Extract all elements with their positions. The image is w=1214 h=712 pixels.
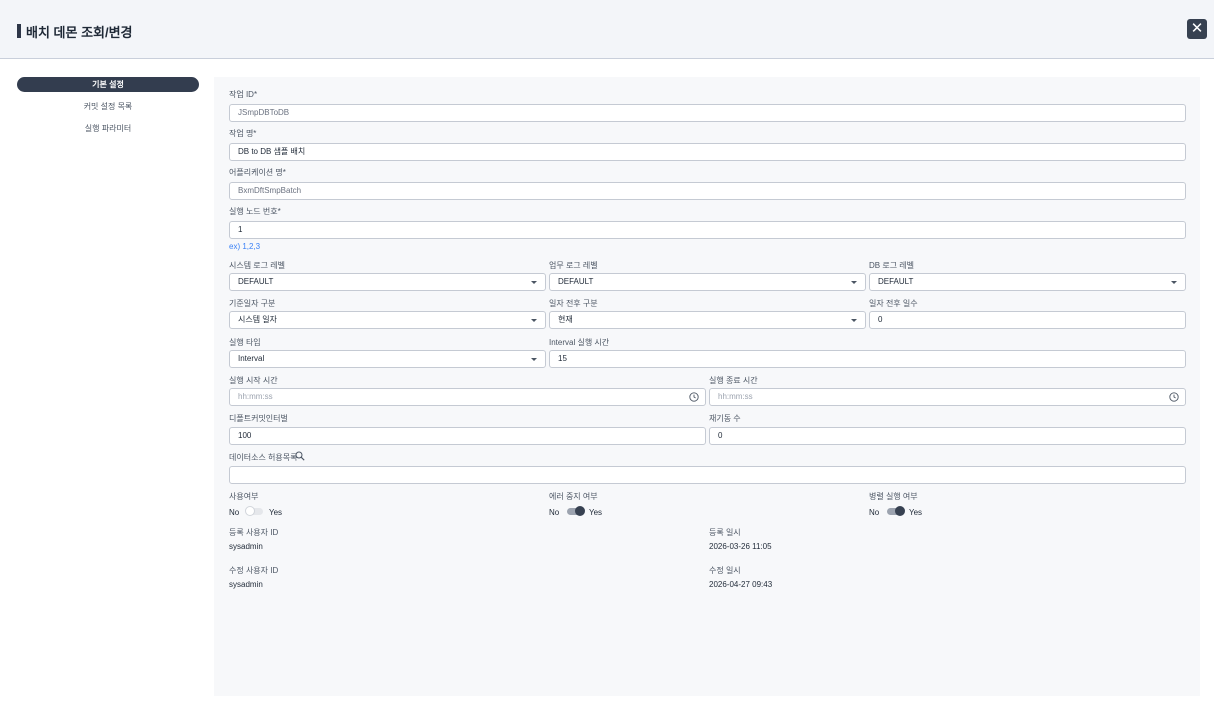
parallel-yes: Yes — [909, 508, 923, 517]
chevron-down-icon — [851, 319, 857, 322]
base-date-value: 시스템 일자 — [238, 315, 278, 324]
end-time-label: 실행 종료 시간 — [709, 376, 758, 385]
job-name-label: 작업 명* — [229, 129, 257, 138]
clock-icon[interactable] — [689, 392, 699, 402]
chevron-down-icon — [1171, 281, 1177, 284]
biz-log-select[interactable]: DEFAULT — [549, 273, 866, 291]
date-shift-value: 현재 — [558, 315, 573, 324]
restart-count-label: 재기동 수 — [709, 414, 741, 423]
error-stop-no: No — [549, 508, 560, 517]
use-yn-toggle[interactable]: No Yes — [229, 506, 289, 519]
close-icon[interactable]: ✕ — [1187, 19, 1207, 39]
chevron-down-icon — [531, 319, 537, 322]
interval-label: Interval 실행 시간 — [549, 338, 610, 347]
end-time-field[interactable]: hh:mm:ss — [709, 388, 1186, 406]
switch-knob — [575, 506, 585, 516]
chevron-down-icon — [851, 281, 857, 284]
commit-interval-field[interactable]: 100 — [229, 427, 706, 445]
node-no-field[interactable]: 1 — [229, 221, 1186, 239]
node-no-hint: ex) 1,2,3 — [229, 242, 261, 251]
reg-date-label: 등록 일시 — [709, 528, 741, 537]
reg-user-label: 등록 사용자 ID — [229, 528, 279, 537]
biz-log-label: 업무 로그 레벨 — [549, 261, 598, 270]
start-time-label: 실행 시작 시간 — [229, 376, 278, 385]
start-time-placeholder: hh:mm:ss — [238, 392, 273, 401]
reg-date-value: 2026-03-26 11:05 — [709, 542, 772, 551]
app-name-label: 어플리케이션 명* — [229, 168, 286, 177]
error-stop-label: 에러 중지 여부 — [549, 492, 598, 501]
run-type-select[interactable]: Interval — [229, 350, 546, 368]
mod-date-value: 2026-04-27 09:43 — [709, 580, 773, 589]
error-stop-yes: Yes — [589, 508, 603, 517]
date-shift-select[interactable]: 현재 — [549, 311, 866, 329]
sidebar-item-commit[interactable]: 커밋 설정 목록 — [17, 99, 199, 114]
datasource-field[interactable] — [229, 466, 1186, 484]
mod-user-value: sysadmin — [229, 580, 263, 589]
interval-field[interactable]: 15 — [549, 350, 1186, 368]
db-log-select[interactable]: DEFAULT — [869, 273, 1186, 291]
base-date-label: 기준일자 구분 — [229, 299, 276, 308]
title-accent-bar — [17, 24, 21, 38]
use-yn-yes: Yes — [269, 508, 283, 517]
restart-count-field[interactable]: 0 — [709, 427, 1186, 445]
sys-log-value: DEFAULT — [238, 277, 274, 286]
date-shift-label: 일자 전후 구분 — [549, 299, 598, 308]
parallel-toggle[interactable]: No Yes — [869, 506, 929, 519]
date-days-label: 일자 전후 일수 — [869, 299, 918, 308]
parallel-no: No — [869, 508, 880, 517]
commit-interval-label: 디폴트커밋인터벌 — [229, 414, 288, 423]
error-stop-toggle[interactable]: No Yes — [549, 506, 609, 519]
parallel-label: 병렬 실행 여부 — [869, 492, 918, 501]
job-name-field[interactable]: DB to DB 샘플 배치 — [229, 143, 1186, 161]
app-name-field[interactable]: BxmDftSmpBatch — [229, 182, 1186, 200]
db-log-value: DEFAULT — [878, 277, 914, 286]
start-time-field[interactable]: hh:mm:ss — [229, 388, 706, 406]
use-yn-switch[interactable] — [245, 506, 263, 516]
date-days-field[interactable]: 0 — [869, 311, 1186, 329]
error-stop-switch[interactable] — [567, 506, 585, 516]
base-date-select[interactable]: 시스템 일자 — [229, 311, 546, 329]
parallel-switch[interactable] — [887, 506, 905, 516]
dialog-header: 배치 데몬 조회/변경 ✕ — [0, 0, 1214, 59]
db-log-label: DB 로그 레벨 — [869, 261, 914, 270]
chevron-down-icon — [531, 281, 537, 284]
search-icon[interactable] — [295, 451, 305, 461]
node-no-label: 실행 노드 번호* — [229, 207, 281, 216]
sys-log-select[interactable]: DEFAULT — [229, 273, 546, 291]
job-id-field[interactable]: JSmpDBToDB — [229, 104, 1186, 122]
sidebar-item-basic[interactable]: 기본 설정 — [17, 77, 199, 92]
use-yn-no: No — [229, 508, 240, 517]
run-type-label: 실행 타입 — [229, 338, 261, 347]
clock-icon[interactable] — [1169, 392, 1179, 402]
sidebar: 기본 설정 커밋 설정 목록 실행 파라미터 — [17, 77, 199, 143]
job-id-label: 작업 ID* — [229, 90, 258, 99]
switch-knob — [245, 506, 255, 516]
switch-knob — [895, 506, 905, 516]
run-type-value: Interval — [238, 354, 265, 363]
mod-date-label: 수정 일시 — [709, 566, 741, 575]
reg-user-value: sysadmin — [229, 542, 263, 551]
datasource-label: 데이터소스 허용목록 — [229, 453, 298, 462]
page-title: 배치 데몬 조회/변경 — [26, 25, 133, 40]
end-time-placeholder: hh:mm:ss — [718, 392, 753, 401]
use-yn-label: 사용여부 — [229, 492, 259, 501]
mod-user-label: 수정 사용자 ID — [229, 566, 279, 575]
sys-log-label: 시스템 로그 레벨 — [229, 261, 285, 270]
sidebar-item-params[interactable]: 실행 파라미터 — [17, 121, 199, 136]
chevron-down-icon — [531, 358, 537, 361]
form-panel — [214, 77, 1200, 696]
biz-log-value: DEFAULT — [558, 277, 594, 286]
